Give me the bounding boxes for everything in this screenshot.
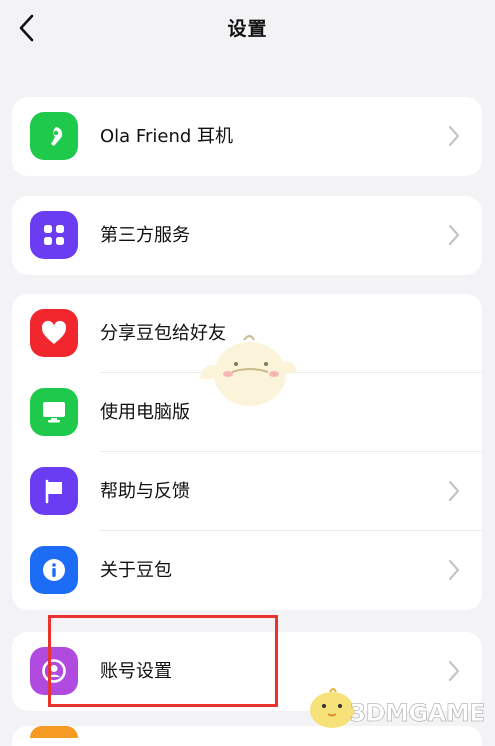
orange-icon: [30, 726, 78, 738]
row-ola-friend[interactable]: Ola Friend 耳机: [12, 97, 482, 176]
monitor-icon: [30, 388, 78, 436]
page-title: 设置: [227, 18, 268, 40]
info-icon: [30, 546, 78, 594]
row-label: Ola Friend 耳机: [100, 126, 233, 147]
heart-icon: [30, 309, 78, 357]
chevron-right-icon: [448, 224, 460, 246]
settings-group-next: [12, 726, 482, 746]
settings-group-services: 第三方服务: [12, 196, 482, 275]
chevron-right-icon: [448, 559, 460, 581]
row-third-party[interactable]: 第三方服务: [12, 196, 482, 275]
row-label: 第三方服务: [100, 225, 190, 246]
flag-icon: [30, 467, 78, 515]
nav-bar: 设置: [0, 0, 495, 60]
chevron-right-icon: [448, 660, 460, 682]
row-label: 帮助与反馈: [100, 481, 190, 502]
row-about[interactable]: 关于豆包: [12, 531, 482, 610]
settings-group-device: Ola Friend 耳机: [12, 97, 482, 176]
chevron-right-icon: [448, 125, 460, 147]
mascot-icon: [200, 335, 296, 406]
row-label: 使用电脑版: [100, 402, 190, 423]
row-label: 关于豆包: [100, 560, 172, 581]
earbud-icon: [30, 112, 78, 160]
highlight-box: [48, 615, 278, 707]
grid-icon: [30, 211, 78, 259]
watermark-text: 3DMGAME: [349, 699, 486, 728]
row-help[interactable]: 帮助与反馈: [12, 452, 482, 531]
chevron-right-icon: [448, 480, 460, 502]
